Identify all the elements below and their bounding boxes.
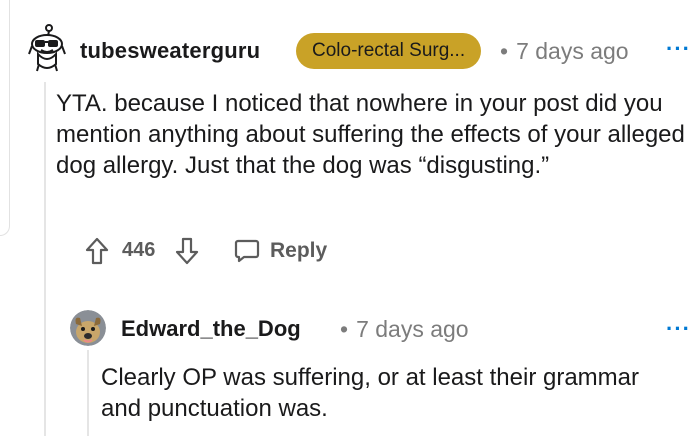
dog-avatar-icon[interactable] [70, 310, 106, 346]
previous-comment-edge [0, 0, 10, 236]
snoo-avatar-icon[interactable] [26, 24, 68, 74]
separator-dot: • [500, 38, 509, 64]
vote-score: 446 [122, 239, 156, 261]
reply-time-text: 7 days ago [356, 316, 469, 342]
comment-thread-line[interactable] [44, 82, 46, 436]
comment-timestamp: • 7 days ago [500, 38, 629, 65]
more-options-icon[interactable]: ··· [666, 316, 691, 342]
comment-username[interactable]: tubesweaterguru [80, 38, 260, 64]
reply-header: Edward_the_Dog • 7 days ago ··· [70, 308, 700, 348]
comment-body: YTA. because I noticed that nowhere in y… [56, 90, 685, 179]
speech-bubble-icon [234, 239, 260, 263]
reply-username[interactable]: Edward_the_Dog [121, 316, 301, 342]
comment-time-text: 7 days ago [516, 38, 629, 64]
reply-timestamp: • 7 days ago [340, 316, 469, 343]
arrow-up-icon[interactable] [84, 236, 110, 266]
reply-label: Reply [270, 239, 328, 262]
comment-action-bar: 446 Reply [84, 234, 604, 268]
reply-body: Clearly OP was suffering, or at least th… [101, 364, 639, 422]
comment-header: tubesweaterguru Colo-rectal Surg... • 7 d… [26, 22, 700, 82]
reply-button[interactable]: Reply [234, 234, 327, 268]
reply-thread-line[interactable] [87, 350, 89, 436]
more-options-icon[interactable]: ··· [666, 36, 691, 62]
user-flair-badge: Colo-rectal Surg... [296, 33, 482, 69]
arrow-down-icon[interactable] [174, 236, 200, 266]
separator-dot: • [340, 316, 349, 342]
